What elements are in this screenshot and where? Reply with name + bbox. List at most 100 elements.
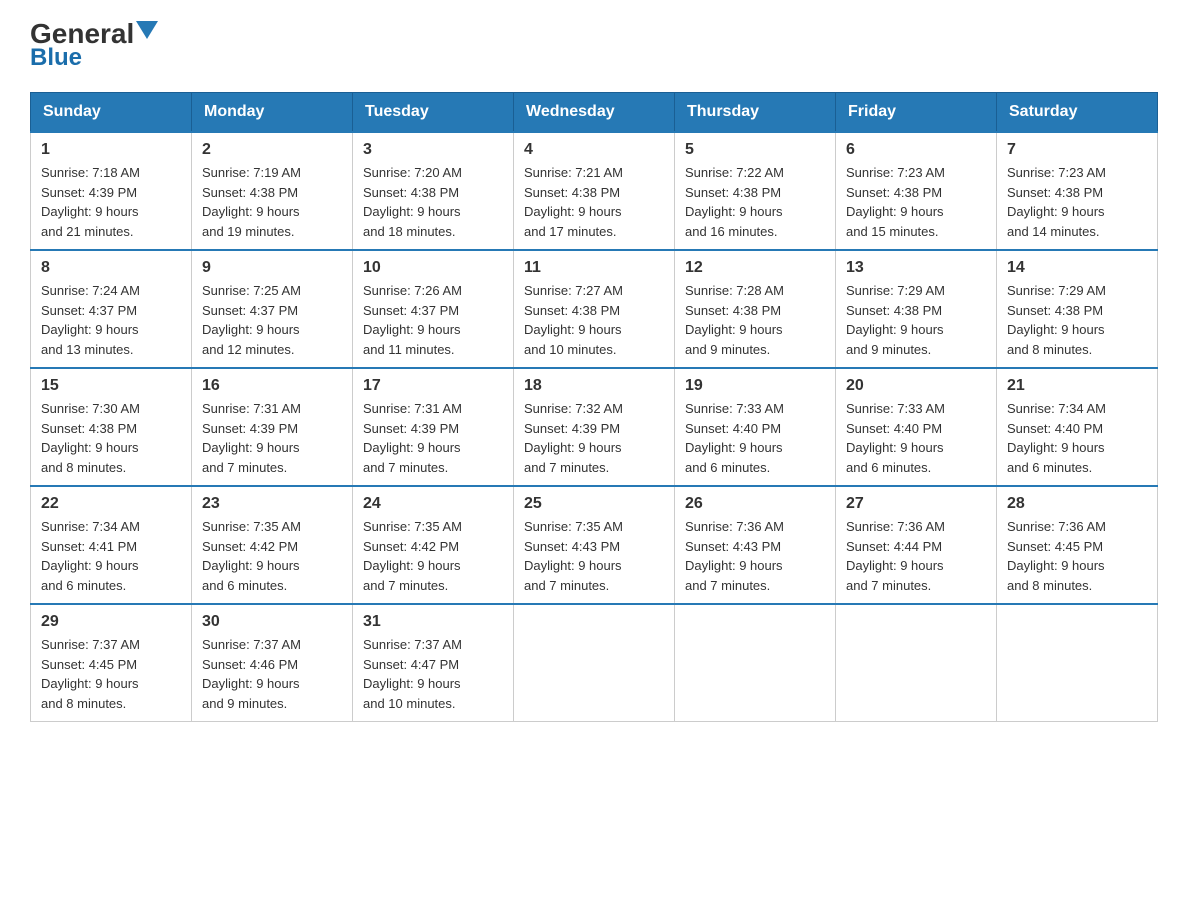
day-info: Sunrise: 7:28 AM Sunset: 4:38 PM Dayligh…: [685, 281, 825, 359]
day-of-week-sunday: Sunday: [31, 93, 192, 133]
calendar-cell: 13 Sunrise: 7:29 AM Sunset: 4:38 PM Dayl…: [836, 250, 997, 368]
day-info: Sunrise: 7:36 AM Sunset: 4:44 PM Dayligh…: [846, 517, 986, 595]
calendar-cell: 12 Sunrise: 7:28 AM Sunset: 4:38 PM Dayl…: [675, 250, 836, 368]
calendar-cell: 8 Sunrise: 7:24 AM Sunset: 4:37 PM Dayli…: [31, 250, 192, 368]
calendar-cell: 18 Sunrise: 7:32 AM Sunset: 4:39 PM Dayl…: [514, 368, 675, 486]
logo-triangle-icon: [136, 21, 158, 39]
calendar-cell: 7 Sunrise: 7:23 AM Sunset: 4:38 PM Dayli…: [997, 132, 1158, 250]
day-number: 8: [41, 259, 181, 277]
week-row-2: 8 Sunrise: 7:24 AM Sunset: 4:37 PM Dayli…: [31, 250, 1158, 368]
day-number: 7: [1007, 141, 1147, 159]
calendar-cell: 11 Sunrise: 7:27 AM Sunset: 4:38 PM Dayl…: [514, 250, 675, 368]
calendar-cell: 17 Sunrise: 7:31 AM Sunset: 4:39 PM Dayl…: [353, 368, 514, 486]
calendar-cell: 5 Sunrise: 7:22 AM Sunset: 4:38 PM Dayli…: [675, 132, 836, 250]
calendar-cell: [836, 604, 997, 722]
calendar-cell: 16 Sunrise: 7:31 AM Sunset: 4:39 PM Dayl…: [192, 368, 353, 486]
day-number: 5: [685, 141, 825, 159]
day-info: Sunrise: 7:31 AM Sunset: 4:39 PM Dayligh…: [202, 399, 342, 477]
days-of-week-row: SundayMondayTuesdayWednesdayThursdayFrid…: [31, 93, 1158, 133]
calendar-cell: 31 Sunrise: 7:37 AM Sunset: 4:47 PM Dayl…: [353, 604, 514, 722]
calendar-cell: 26 Sunrise: 7:36 AM Sunset: 4:43 PM Dayl…: [675, 486, 836, 604]
day-info: Sunrise: 7:26 AM Sunset: 4:37 PM Dayligh…: [363, 281, 503, 359]
day-info: Sunrise: 7:37 AM Sunset: 4:47 PM Dayligh…: [363, 635, 503, 713]
calendar-cell: 3 Sunrise: 7:20 AM Sunset: 4:38 PM Dayli…: [353, 132, 514, 250]
day-of-week-wednesday: Wednesday: [514, 93, 675, 133]
calendar-cell: 4 Sunrise: 7:21 AM Sunset: 4:38 PM Dayli…: [514, 132, 675, 250]
day-number: 26: [685, 495, 825, 513]
page-header: General Blue: [30, 20, 1158, 72]
day-info: Sunrise: 7:34 AM Sunset: 4:41 PM Dayligh…: [41, 517, 181, 595]
week-row-1: 1 Sunrise: 7:18 AM Sunset: 4:39 PM Dayli…: [31, 132, 1158, 250]
calendar-cell: 2 Sunrise: 7:19 AM Sunset: 4:38 PM Dayli…: [192, 132, 353, 250]
calendar-cell: 28 Sunrise: 7:36 AM Sunset: 4:45 PM Dayl…: [997, 486, 1158, 604]
calendar-table: SundayMondayTuesdayWednesdayThursdayFrid…: [30, 92, 1158, 722]
day-info: Sunrise: 7:29 AM Sunset: 4:38 PM Dayligh…: [846, 281, 986, 359]
day-info: Sunrise: 7:33 AM Sunset: 4:40 PM Dayligh…: [685, 399, 825, 477]
calendar-cell: 30 Sunrise: 7:37 AM Sunset: 4:46 PM Dayl…: [192, 604, 353, 722]
calendar-cell: 19 Sunrise: 7:33 AM Sunset: 4:40 PM Dayl…: [675, 368, 836, 486]
day-number: 9: [202, 259, 342, 277]
calendar-cell: 14 Sunrise: 7:29 AM Sunset: 4:38 PM Dayl…: [997, 250, 1158, 368]
calendar-cell: 25 Sunrise: 7:35 AM Sunset: 4:43 PM Dayl…: [514, 486, 675, 604]
day-number: 28: [1007, 495, 1147, 513]
calendar-cell: 23 Sunrise: 7:35 AM Sunset: 4:42 PM Dayl…: [192, 486, 353, 604]
day-number: 21: [1007, 377, 1147, 395]
day-info: Sunrise: 7:37 AM Sunset: 4:46 PM Dayligh…: [202, 635, 342, 713]
week-row-4: 22 Sunrise: 7:34 AM Sunset: 4:41 PM Dayl…: [31, 486, 1158, 604]
day-number: 24: [363, 495, 503, 513]
calendar-cell: 10 Sunrise: 7:26 AM Sunset: 4:37 PM Dayl…: [353, 250, 514, 368]
calendar-cell: 20 Sunrise: 7:33 AM Sunset: 4:40 PM Dayl…: [836, 368, 997, 486]
day-info: Sunrise: 7:34 AM Sunset: 4:40 PM Dayligh…: [1007, 399, 1147, 477]
day-number: 1: [41, 141, 181, 159]
day-number: 15: [41, 377, 181, 395]
day-number: 4: [524, 141, 664, 159]
day-of-week-monday: Monday: [192, 93, 353, 133]
calendar-cell: 27 Sunrise: 7:36 AM Sunset: 4:44 PM Dayl…: [836, 486, 997, 604]
day-info: Sunrise: 7:19 AM Sunset: 4:38 PM Dayligh…: [202, 163, 342, 241]
day-number: 31: [363, 613, 503, 631]
day-number: 17: [363, 377, 503, 395]
day-info: Sunrise: 7:18 AM Sunset: 4:39 PM Dayligh…: [41, 163, 181, 241]
calendar-cell: [514, 604, 675, 722]
day-info: Sunrise: 7:33 AM Sunset: 4:40 PM Dayligh…: [846, 399, 986, 477]
day-info: Sunrise: 7:22 AM Sunset: 4:38 PM Dayligh…: [685, 163, 825, 241]
day-number: 22: [41, 495, 181, 513]
calendar-cell: 9 Sunrise: 7:25 AM Sunset: 4:37 PM Dayli…: [192, 250, 353, 368]
calendar-cell: 22 Sunrise: 7:34 AM Sunset: 4:41 PM Dayl…: [31, 486, 192, 604]
day-info: Sunrise: 7:35 AM Sunset: 4:42 PM Dayligh…: [202, 517, 342, 595]
week-row-5: 29 Sunrise: 7:37 AM Sunset: 4:45 PM Dayl…: [31, 604, 1158, 722]
calendar-cell: 6 Sunrise: 7:23 AM Sunset: 4:38 PM Dayli…: [836, 132, 997, 250]
day-number: 18: [524, 377, 664, 395]
calendar-cell: 21 Sunrise: 7:34 AM Sunset: 4:40 PM Dayl…: [997, 368, 1158, 486]
day-info: Sunrise: 7:35 AM Sunset: 4:42 PM Dayligh…: [363, 517, 503, 595]
day-number: 13: [846, 259, 986, 277]
day-number: 30: [202, 613, 342, 631]
logo: General Blue: [30, 20, 158, 72]
day-number: 16: [202, 377, 342, 395]
day-number: 19: [685, 377, 825, 395]
day-info: Sunrise: 7:21 AM Sunset: 4:38 PM Dayligh…: [524, 163, 664, 241]
day-number: 27: [846, 495, 986, 513]
day-of-week-thursday: Thursday: [675, 93, 836, 133]
day-number: 2: [202, 141, 342, 159]
day-number: 3: [363, 141, 503, 159]
day-number: 12: [685, 259, 825, 277]
day-info: Sunrise: 7:36 AM Sunset: 4:43 PM Dayligh…: [685, 517, 825, 595]
calendar-cell: 15 Sunrise: 7:30 AM Sunset: 4:38 PM Dayl…: [31, 368, 192, 486]
day-info: Sunrise: 7:36 AM Sunset: 4:45 PM Dayligh…: [1007, 517, 1147, 595]
logo-blue: Blue: [30, 44, 82, 72]
day-number: 20: [846, 377, 986, 395]
day-info: Sunrise: 7:20 AM Sunset: 4:38 PM Dayligh…: [363, 163, 503, 241]
calendar-cell: 29 Sunrise: 7:37 AM Sunset: 4:45 PM Dayl…: [31, 604, 192, 722]
day-info: Sunrise: 7:23 AM Sunset: 4:38 PM Dayligh…: [846, 163, 986, 241]
day-info: Sunrise: 7:35 AM Sunset: 4:43 PM Dayligh…: [524, 517, 664, 595]
day-info: Sunrise: 7:25 AM Sunset: 4:37 PM Dayligh…: [202, 281, 342, 359]
day-info: Sunrise: 7:27 AM Sunset: 4:38 PM Dayligh…: [524, 281, 664, 359]
calendar-cell: [997, 604, 1158, 722]
day-number: 14: [1007, 259, 1147, 277]
day-number: 10: [363, 259, 503, 277]
day-number: 11: [524, 259, 664, 277]
calendar-cell: [675, 604, 836, 722]
day-info: Sunrise: 7:30 AM Sunset: 4:38 PM Dayligh…: [41, 399, 181, 477]
day-info: Sunrise: 7:29 AM Sunset: 4:38 PM Dayligh…: [1007, 281, 1147, 359]
